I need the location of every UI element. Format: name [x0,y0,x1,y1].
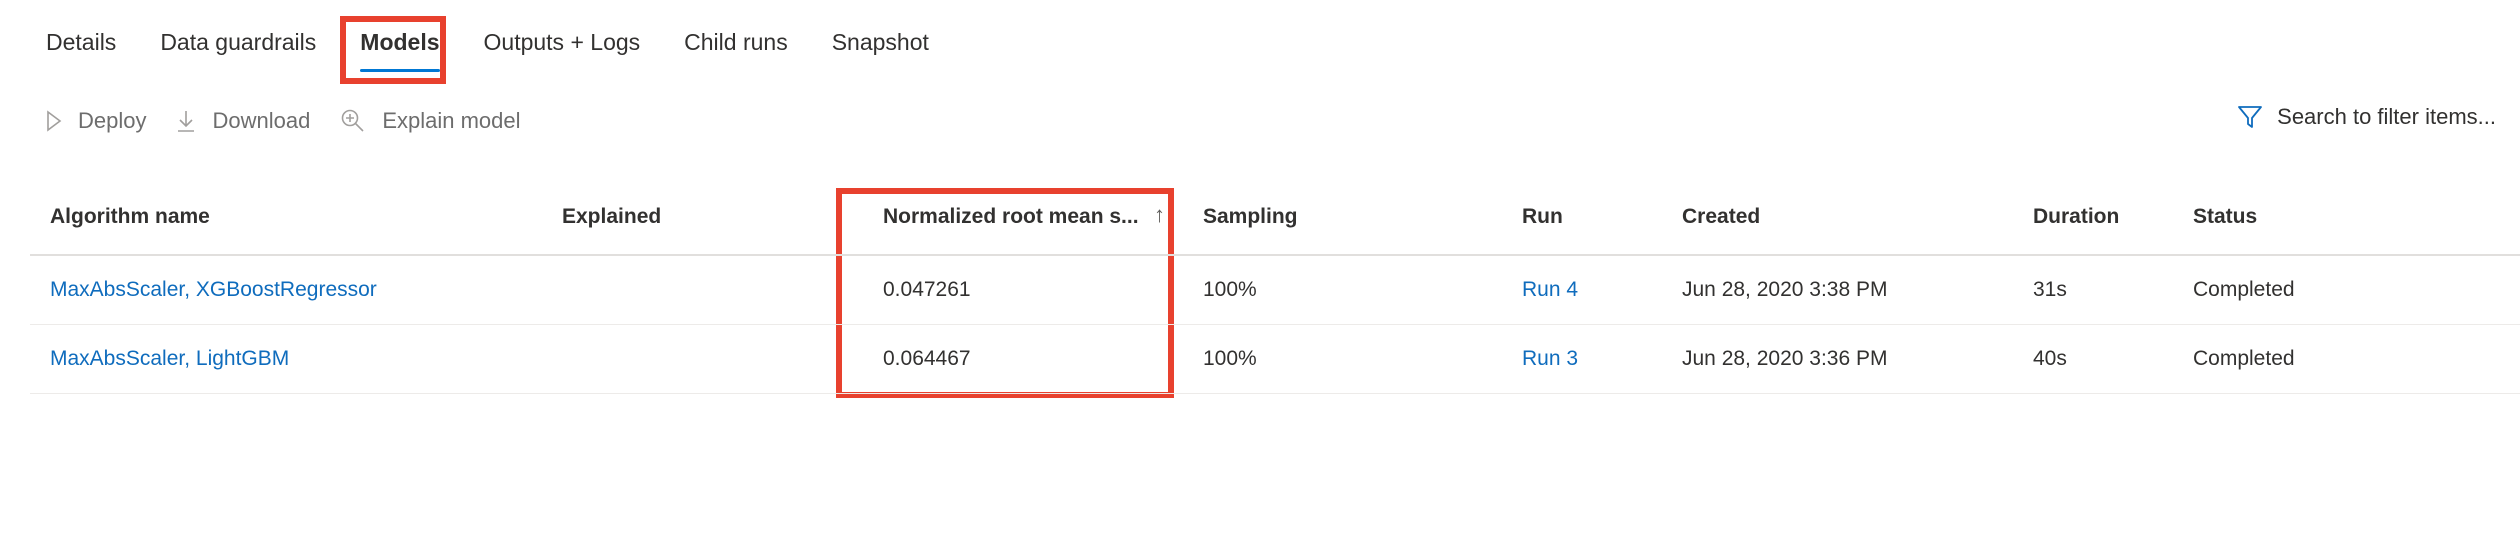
nrmse-cell: 0.064467 [883,347,971,370]
download-icon [178,111,195,132]
run-link[interactable]: Run 4 [1522,256,1578,324]
filter-placeholder: Search to filter items... [2277,104,2496,129]
play-icon [47,110,62,132]
created-cell: Jun 28, 2020 3:36 PM [1682,347,1888,370]
sampling-cell: 100% [1203,347,1257,370]
tab-details[interactable]: Details [46,24,116,64]
download-button[interactable]: Download [176,108,310,134]
zoom-in-icon [342,109,364,132]
status-cell: Completed [2193,347,2295,370]
column-header-run[interactable]: Run [1522,180,1563,254]
explain-model-button[interactable]: Explain model [340,108,521,134]
models-tab-highlight [340,16,446,84]
column-header-duration[interactable]: Duration [2033,180,2119,254]
sampling-cell: 100% [1203,278,1257,301]
models-table: Algorithm name Explained Normalized root… [30,180,2520,394]
duration-cell: 40s [2033,347,2067,370]
status-cell: Completed [2193,278,2295,301]
sort-ascending-icon[interactable]: ↑ [1154,202,1165,228]
column-header-status[interactable]: Status [2193,180,2257,254]
nrmse-cell: 0.047261 [883,278,971,301]
column-header-algorithm[interactable]: Algorithm name [50,180,210,254]
table-row[interactable]: MaxAbsScaler, XGBoostRegressor 0.047261 … [30,256,2520,325]
tab-data-guardrails[interactable]: Data guardrails [160,24,316,64]
column-header-explained[interactable]: Explained [562,180,661,254]
table-header-row: Algorithm name Explained Normalized root… [30,180,2520,256]
table-row[interactable]: MaxAbsScaler, LightGBM 0.064467 100% Run… [30,325,2520,394]
toolbar: Deploy Download Explain model [46,108,551,134]
run-link[interactable]: Run 3 [1522,325,1578,393]
explain-model-label: Explain model [382,108,521,133]
deploy-label: Deploy [78,108,147,133]
algorithm-name-link[interactable]: MaxAbsScaler, XGBoostRegressor [50,256,377,324]
column-header-sampling[interactable]: Sampling [1203,180,1298,254]
created-cell: Jun 28, 2020 3:38 PM [1682,278,1888,301]
deploy-button[interactable]: Deploy [46,108,146,134]
filter-search-box[interactable]: Search to filter items... [2237,104,2496,130]
tab-bar: Details Data guardrails Models Outputs +… [46,24,973,72]
tab-outputs-logs[interactable]: Outputs + Logs [484,24,641,64]
tab-child-runs[interactable]: Child runs [684,24,788,64]
filter-icon [2238,106,2263,128]
download-label: Download [212,108,311,133]
column-header-nrmse[interactable]: Normalized root mean s... [883,180,1139,254]
duration-cell: 31s [2033,278,2067,301]
tab-snapshot[interactable]: Snapshot [832,24,929,64]
column-header-created[interactable]: Created [1682,180,1760,254]
algorithm-name-link[interactable]: MaxAbsScaler, LightGBM [50,325,289,393]
